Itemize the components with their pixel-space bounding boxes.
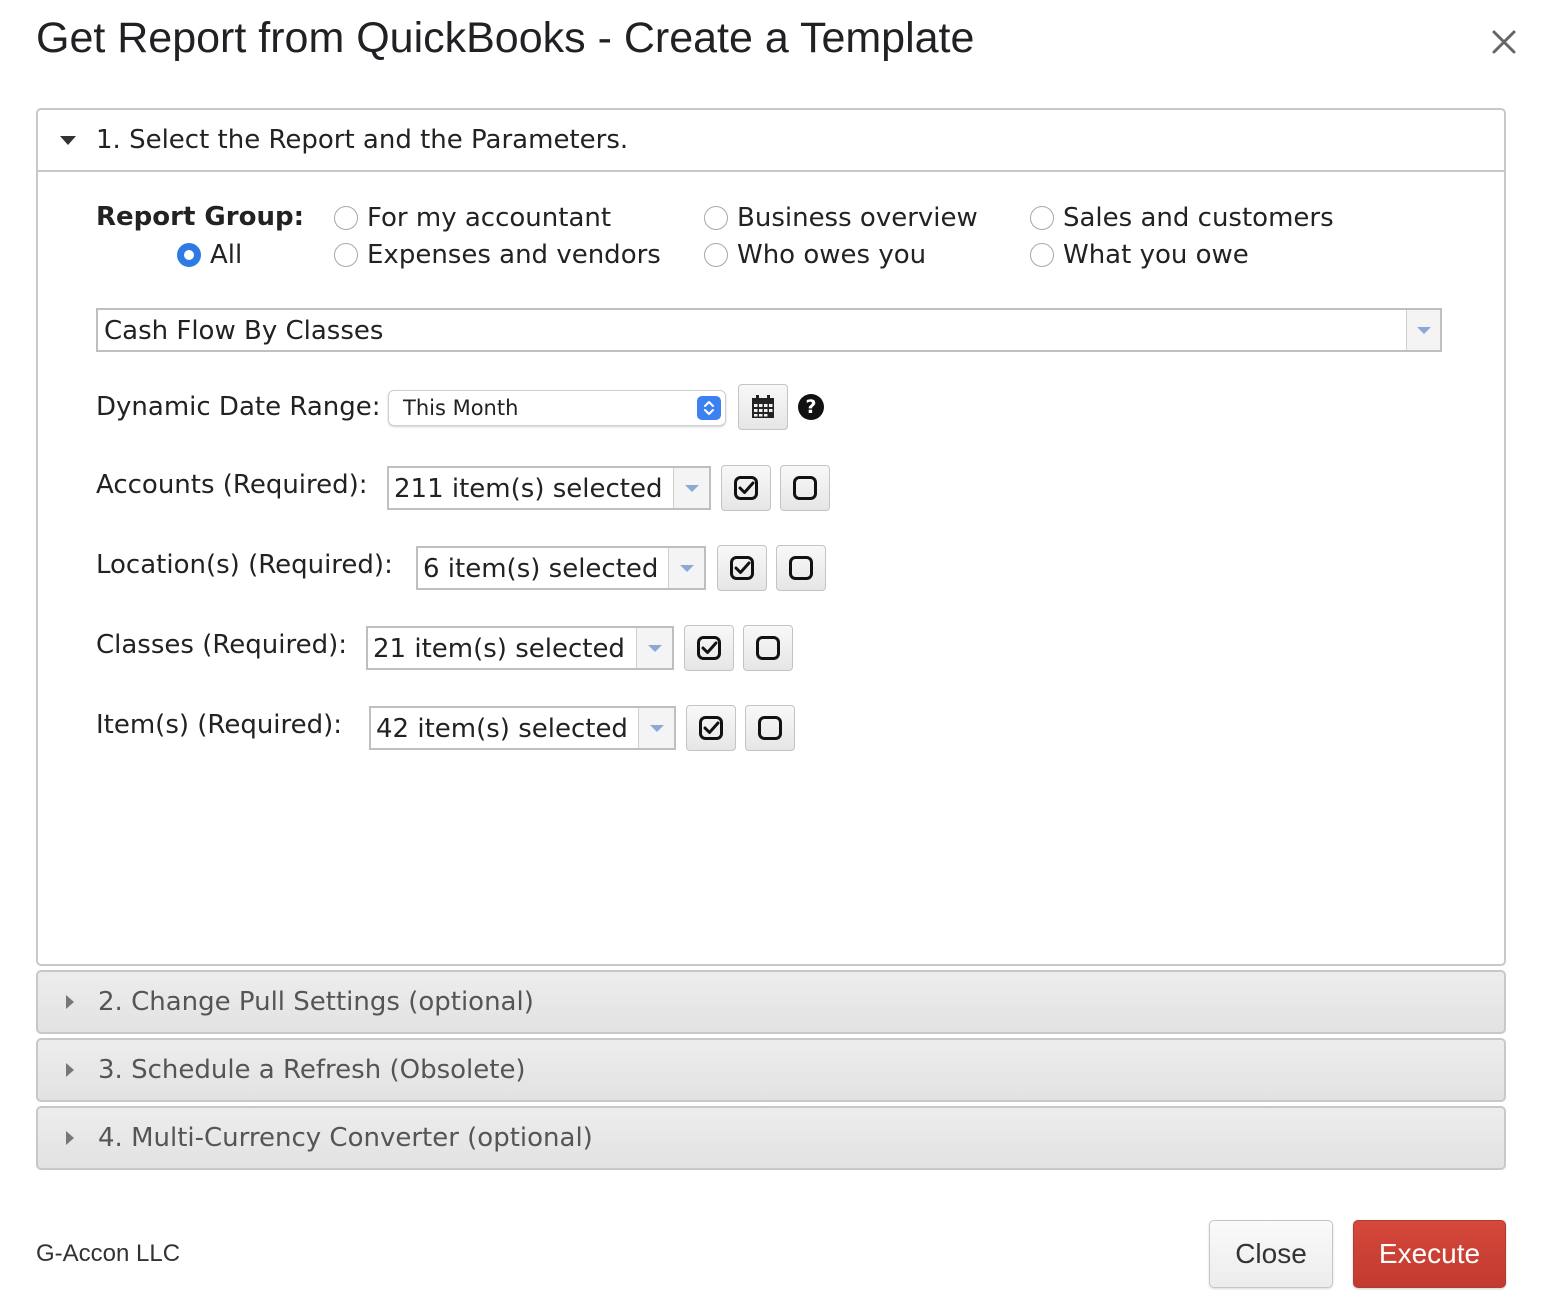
- locations-select-value: 6 item(s) selected: [423, 554, 659, 584]
- date-range-value: This Month: [403, 396, 519, 420]
- section-pull-settings[interactable]: 2. Change Pull Settings (optional): [36, 970, 1506, 1034]
- radio-unchecked-icon: [704, 206, 728, 230]
- radio-for-my-accountant[interactable]: For my accountant: [334, 203, 611, 233]
- accounts-select[interactable]: 211 item(s) selected: [387, 466, 711, 510]
- dropdown-arrow-icon[interactable]: [673, 468, 709, 508]
- report-select[interactable]: Cash Flow By Classes: [96, 308, 1442, 352]
- dropdown-arrow-icon[interactable]: [668, 548, 704, 588]
- date-range-label: Dynamic Date Range:: [96, 392, 381, 422]
- calendar-icon: [752, 395, 774, 418]
- locations-clear-all-button[interactable]: [776, 545, 826, 591]
- accounts-select-all-button[interactable]: [721, 465, 771, 511]
- expanded-triangle-icon: [60, 135, 76, 145]
- dropdown-arrow-icon[interactable]: [636, 628, 672, 668]
- classes-label: Classes (Required):: [96, 630, 347, 660]
- checkbox-checked-icon: [730, 556, 754, 580]
- dialog-title: Get Report from QuickBooks - Create a Te…: [36, 14, 975, 62]
- items-label: Item(s) (Required):: [96, 710, 343, 740]
- locations-select[interactable]: 6 item(s) selected: [416, 546, 706, 590]
- radio-all[interactable]: All: [177, 240, 242, 270]
- items-select-all-button[interactable]: [686, 705, 736, 751]
- radio-label: All: [210, 240, 243, 270]
- section-title: 2. Change Pull Settings (optional): [98, 987, 534, 1017]
- close-icon[interactable]: [1486, 24, 1522, 60]
- close-button[interactable]: Close: [1209, 1220, 1333, 1288]
- section-select-report-header[interactable]: 1. Select the Report and the Parameters.: [38, 110, 1504, 172]
- classes-select-all-button[interactable]: [684, 625, 734, 671]
- checkbox-empty-icon: [756, 636, 780, 660]
- checkbox-empty-icon: [789, 556, 813, 580]
- checkbox-checked-icon: [734, 476, 758, 500]
- radio-unchecked-icon: [1030, 243, 1054, 267]
- checkbox-checked-icon: [699, 716, 723, 740]
- calendar-button[interactable]: [738, 384, 788, 430]
- items-select[interactable]: 42 item(s) selected: [369, 706, 676, 750]
- collapsed-triangle-icon: [66, 1131, 74, 1145]
- radio-checked-icon: [177, 243, 201, 267]
- radio-unchecked-icon: [334, 206, 358, 230]
- accounts-clear-all-button[interactable]: [780, 465, 830, 511]
- section-multi-currency[interactable]: 4. Multi-Currency Converter (optional): [36, 1106, 1506, 1170]
- section-title: 3. Schedule a Refresh (Obsolete): [98, 1055, 526, 1085]
- classes-select[interactable]: 21 item(s) selected: [366, 626, 674, 670]
- radio-label: For my accountant: [367, 203, 612, 233]
- locations-select-all-button[interactable]: [717, 545, 767, 591]
- radio-label: What you owe: [1063, 240, 1249, 270]
- radio-label: Expenses and vendors: [367, 240, 661, 270]
- help-icon[interactable]: ?: [798, 394, 824, 420]
- radio-unchecked-icon: [1030, 206, 1054, 230]
- radio-unchecked-icon: [704, 243, 728, 267]
- items-clear-all-button[interactable]: [745, 705, 795, 751]
- brand-name: G-Accon LLC: [36, 1240, 181, 1267]
- report-group-label: Report Group:: [96, 202, 304, 232]
- section-schedule-refresh[interactable]: 3. Schedule a Refresh (Obsolete): [36, 1038, 1506, 1102]
- radio-label: Sales and customers: [1063, 203, 1334, 233]
- radio-expenses-and-vendors[interactable]: Expenses and vendors: [334, 240, 661, 270]
- accounts-select-value: 211 item(s) selected: [394, 474, 663, 504]
- radio-business-overview[interactable]: Business overview: [704, 203, 978, 233]
- checkbox-empty-icon: [793, 476, 817, 500]
- radio-unchecked-icon: [334, 243, 358, 267]
- radio-who-owes-you[interactable]: Who owes you: [704, 240, 926, 270]
- accounts-label: Accounts (Required):: [96, 470, 368, 500]
- radio-sales-and-customers[interactable]: Sales and customers: [1030, 203, 1334, 233]
- collapsed-triangle-icon: [66, 995, 74, 1009]
- radio-what-you-owe[interactable]: What you owe: [1030, 240, 1249, 270]
- checkbox-checked-icon: [697, 636, 721, 660]
- checkbox-empty-icon: [758, 716, 782, 740]
- classes-select-value: 21 item(s) selected: [373, 634, 625, 664]
- dropdown-arrow-icon[interactable]: [638, 708, 674, 748]
- section-select-report: 1. Select the Report and the Parameters.: [36, 108, 1506, 966]
- classes-clear-all-button[interactable]: [743, 625, 793, 671]
- locations-label: Location(s) (Required):: [96, 550, 393, 580]
- section-title: 1. Select the Report and the Parameters.: [96, 125, 629, 155]
- select-stepper-icon: [697, 396, 721, 420]
- dropdown-arrow-icon[interactable]: [1406, 310, 1440, 350]
- radio-label: Business overview: [737, 203, 978, 233]
- report-select-value: Cash Flow By Classes: [104, 316, 384, 346]
- date-range-select[interactable]: This Month: [388, 390, 726, 426]
- collapsed-triangle-icon: [66, 1063, 74, 1077]
- items-select-value: 42 item(s) selected: [376, 714, 628, 744]
- section-title: 4. Multi-Currency Converter (optional): [98, 1123, 593, 1153]
- radio-label: Who owes you: [737, 240, 927, 270]
- execute-button[interactable]: Execute: [1353, 1220, 1506, 1288]
